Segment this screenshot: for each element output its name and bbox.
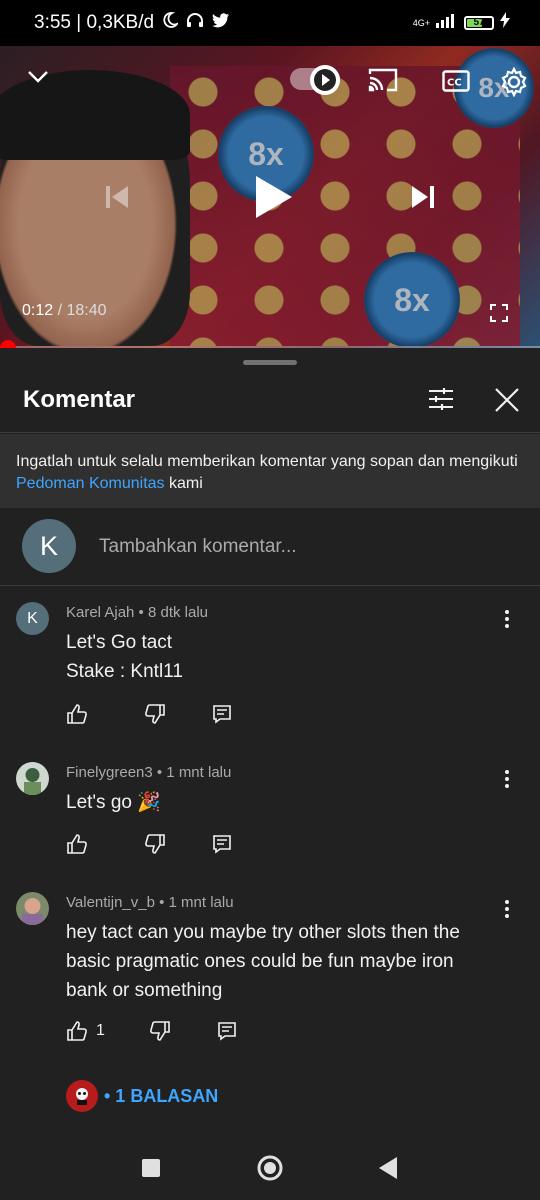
drag-handle[interactable] [243, 360, 297, 365]
comment-actions: 1 [66, 1019, 237, 1043]
battery-level: 57 [473, 17, 485, 28]
gear-icon[interactable] [499, 66, 529, 102]
triangle-back-icon [379, 1157, 397, 1179]
comment-author-time[interactable]: Karel Ajah • 8 dtk lalu [66, 604, 208, 621]
comment-item: K Karel Ajah • 8 dtk lalu Let's Go tact … [0, 602, 540, 732]
comment-line: bank or something [66, 980, 223, 1001]
reply-button[interactable] [212, 834, 232, 854]
captions-icon[interactable]: CC [442, 70, 470, 97]
avatar[interactable]: K [16, 602, 49, 635]
thumb-down-icon [145, 704, 165, 724]
panel-title: Komentar [23, 386, 136, 413]
comments-panel: Komentar Ingatlah untuk selalu memberika… [0, 350, 540, 1125]
twitter-icon [212, 12, 230, 34]
cast-icon[interactable] [368, 68, 398, 97]
comment-item: Valentijn_v_b • 1 mnt lalu hey tact can … [0, 892, 540, 1052]
reply-icon [213, 705, 231, 724]
more-vert-icon[interactable] [498, 768, 516, 790]
comment-text: hey tact can you maybe try other slots t… [66, 918, 486, 1005]
previous-icon[interactable] [104, 184, 130, 215]
replies-label: • 1 BALASAN [104, 1085, 219, 1106]
comment-author-time[interactable]: Finelygreen3 • 1 mnt lalu [66, 764, 231, 781]
battery-icon: 57 [464, 16, 494, 30]
autoplay-play-icon[interactable] [310, 65, 340, 95]
progress-bar[interactable] [0, 346, 540, 348]
comment-author-time[interactable]: Valentijn_v_b • 1 mnt lalu [66, 894, 234, 911]
comment-line: hey tact can you maybe try other slots t… [66, 922, 460, 943]
thumb-up-icon [67, 704, 87, 724]
video-player[interactable]: 8x 8x 8x CC 0:12 / 18:40 [0, 46, 540, 348]
thumb-up-icon [67, 1021, 87, 1041]
like-button[interactable]: 1 [66, 1020, 105, 1042]
comment-line: Stake : Kntl11 [66, 661, 183, 682]
comment-text: Let's Go tact Stake : Kntl11 [66, 628, 486, 686]
play-icon[interactable] [254, 174, 294, 225]
dislike-button[interactable] [144, 833, 166, 855]
comment-actions [66, 832, 232, 856]
like-count: 1 [96, 1022, 105, 1039]
close-icon[interactable] [494, 387, 520, 418]
add-comment-row[interactable]: K Tambahkan komentar... [0, 508, 540, 584]
circle-icon [257, 1155, 283, 1181]
headphones-icon [186, 12, 204, 34]
charging-icon [500, 12, 510, 34]
chevron-down-icon[interactable] [28, 70, 48, 88]
notice-suffix: kami [164, 475, 203, 492]
avatar[interactable] [16, 762, 49, 795]
playback-time: 0:12 / 18:40 [22, 302, 107, 319]
back-button[interactable] [378, 1156, 398, 1185]
recents-button[interactable] [141, 1158, 161, 1183]
view-replies-button[interactable]: • 1 BALASAN [66, 1080, 218, 1112]
community-notice: Ingatlah untuk selalu memberikan komenta… [0, 434, 540, 508]
thumb-down-icon [145, 834, 165, 854]
dislike-button[interactable] [144, 703, 166, 725]
signal-icon [436, 12, 458, 34]
network-label: 4G+ [412, 17, 430, 28]
more-vert-icon[interactable] [498, 608, 516, 630]
like-button[interactable] [66, 703, 88, 725]
moon-icon [162, 12, 180, 34]
reply-button[interactable] [212, 704, 232, 724]
home-button[interactable] [256, 1154, 284, 1187]
comment-text: Let's go 🎉 [66, 788, 486, 817]
next-icon[interactable] [410, 184, 436, 215]
fullscreen-icon[interactable] [490, 304, 508, 327]
avatar: K [22, 519, 76, 573]
comment-line: Let's Go tact [66, 632, 173, 653]
reply-icon [213, 835, 231, 854]
like-button[interactable] [66, 833, 88, 855]
community-guidelines-link[interactable]: Pedoman Komunitas [16, 475, 165, 492]
filter-sort-icon[interactable] [428, 386, 454, 417]
system-nav-bar [0, 1130, 540, 1200]
thumb-up-icon [67, 834, 87, 854]
comment-actions [66, 702, 232, 726]
status-bar: 3:55 | 0,3KB/d 4G+ 57 [0, 0, 540, 46]
current-time: 0:12 [22, 302, 54, 319]
comment-line: Let's go 🎉 [66, 792, 161, 813]
svg-text:CC: CC [447, 78, 462, 89]
comment-item: Finelygreen3 • 1 mnt lalu Let's go 🎉 [0, 762, 540, 862]
reply-icon [218, 1022, 236, 1041]
add-comment-input[interactable]: Tambahkan komentar... [99, 536, 297, 558]
avatar [66, 1080, 98, 1112]
more-vert-icon[interactable] [498, 898, 516, 920]
duration: 18:40 [66, 302, 107, 319]
avatar[interactable] [16, 892, 49, 925]
comment-line: basic pragmatic ones could be fun maybe … [66, 951, 454, 972]
divider [0, 432, 540, 433]
status-time: 3:55 | 0,3KB/d [34, 12, 155, 33]
thumb-down-icon [149, 1021, 170, 1041]
square-icon [142, 1159, 160, 1177]
notice-text: Ingatlah untuk selalu memberikan komenta… [16, 453, 518, 470]
reply-button[interactable] [217, 1021, 237, 1041]
dislike-button[interactable] [149, 1020, 171, 1042]
divider [0, 585, 540, 586]
